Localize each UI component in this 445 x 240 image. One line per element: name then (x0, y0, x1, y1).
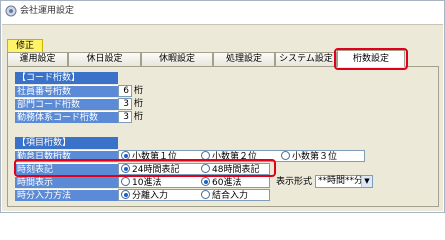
window-title: 会社運用設定 (20, 6, 75, 16)
radio-sexagesimal-base[interactable]: 60進法 (201, 177, 241, 188)
radio-selected-icon (121, 190, 130, 199)
tab-highlight-box (334, 48, 408, 70)
time-input-method-label: 時分入力方法 (15, 189, 118, 201)
work-system-code-digits-input[interactable]: 3 (118, 111, 132, 123)
tab-operation[interactable]: 運用設定 (7, 52, 68, 66)
display-format-select[interactable]: **時間**分 ▼ (315, 175, 373, 188)
app-icon (5, 5, 17, 17)
department-code-digits-label: 部門コード桁数 (15, 98, 118, 110)
radio-separate-input[interactable]: 分離入力 (121, 190, 168, 201)
tab-system[interactable]: システム設定 (275, 52, 337, 66)
time-display-radio-group: 10進法 60進法 (118, 176, 270, 188)
radio-combined-input[interactable]: 結合入力 (201, 190, 248, 201)
tab-leave[interactable]: 休暇設定 (141, 52, 213, 66)
chevron-down-icon[interactable]: ▼ (361, 176, 372, 187)
work-system-code-digits-label: 勤務体系コード桁数 (15, 111, 118, 123)
tab-holiday[interactable]: 休日設定 (68, 52, 141, 66)
radio-decimal-3[interactable]: 小数第３位 (281, 151, 337, 162)
time-display-label: 時間表示 (15, 176, 118, 188)
item-section-header: 【項目桁数】 (15, 137, 118, 149)
radio-decimal-base[interactable]: 10進法 (121, 177, 161, 188)
work-system-code-digits-unit: 桁 (134, 112, 144, 122)
display-format-label: 表示形式 (276, 177, 313, 187)
employee-number-digits-label: 社員番号桁数 (15, 85, 118, 97)
employee-number-digits-input[interactable]: 6 (118, 85, 132, 97)
radio-unselected-icon (201, 190, 210, 199)
radio-unselected-icon (121, 177, 130, 186)
tab-processing[interactable]: 処理設定 (213, 52, 275, 66)
department-code-digits-input[interactable]: 3 (118, 98, 132, 110)
radio-selected-icon (201, 177, 210, 186)
employee-number-digits-unit: 桁 (134, 86, 144, 96)
radio-unselected-icon (281, 151, 290, 160)
time-input-method-radio-group: 分離入力 結合入力 (118, 189, 270, 201)
department-code-digits-unit: 桁 (134, 99, 144, 109)
time-notation-highlight-box (14, 159, 276, 177)
code-section-header: 【コード桁数】 (15, 72, 118, 84)
